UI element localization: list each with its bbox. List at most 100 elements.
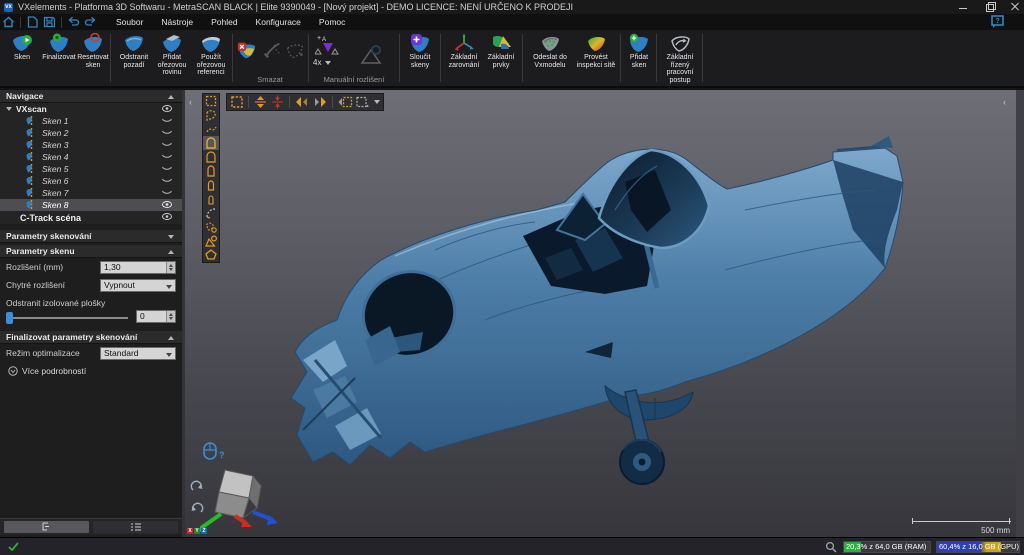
right-panel-collapse-chevron[interactable]: ‹ — [1003, 98, 1006, 107]
3d-viewport[interactable]: ‹ ‹ — [185, 90, 1016, 537]
tree-node-sken2[interactable]: Sken 2 — [0, 127, 182, 139]
selection-options-icon[interactable] — [355, 95, 370, 109]
close-button[interactable] — [1010, 2, 1020, 12]
tree-node-ctrack[interactable]: C-Track scéna — [0, 211, 182, 224]
visibility-eye-closed-icon[interactable] — [162, 189, 172, 196]
save-icon[interactable] — [43, 16, 56, 28]
guided-workflow-button[interactable]: Základní řízený pracovní postup — [660, 33, 700, 84]
shrink-selection-icon[interactable] — [270, 95, 285, 109]
scan-button[interactable]: Sken — [6, 33, 38, 62]
tree-node-vxscan[interactable]: VXscan — [0, 103, 182, 115]
navigation-header[interactable]: Navigace — [0, 90, 182, 103]
select-brush-tool-3[interactable] — [203, 164, 219, 178]
menu-konfigurace[interactable]: Konfigurace — [247, 14, 310, 30]
scan-param-header[interactable]: Parametry skenu — [0, 245, 182, 258]
visibility-eye-icon[interactable] — [162, 201, 172, 208]
remove-background-button[interactable]: Odstranit pozadí — [116, 33, 152, 69]
right-collapse-strip[interactable] — [1016, 90, 1024, 537]
spinner-arrows[interactable] — [166, 311, 175, 322]
select-blob-circle-tool[interactable] — [203, 220, 219, 234]
selection-mode-icon[interactable] — [230, 95, 244, 109]
left-panel-collapse-chevron[interactable]: ‹ — [189, 98, 192, 107]
tree-node-sken7[interactable]: Sken 7 — [0, 187, 182, 199]
visibility-eye-icon[interactable] — [162, 105, 172, 112]
slider-track[interactable] — [8, 317, 128, 319]
add-scan-button[interactable]: Přidat sken — [624, 33, 654, 69]
select-brush-tool-4[interactable] — [203, 178, 219, 192]
menu-nastroje[interactable]: Nástroje — [152, 14, 202, 30]
restore-button[interactable] — [984, 2, 994, 12]
add-clipping-plane-button[interactable]: Přidat ořezovou rovinu — [154, 33, 190, 77]
select-lasso-tool[interactable] — [203, 108, 219, 122]
delete-isolated-patches-icon[interactable] — [284, 40, 306, 60]
visibility-eye-closed-icon[interactable] — [162, 153, 172, 160]
new-project-icon[interactable] — [26, 16, 39, 28]
select-brush-tool-active[interactable] — [203, 136, 219, 150]
tree-view-button[interactable] — [4, 521, 89, 533]
delete-selection-icon[interactable] — [261, 40, 283, 60]
home-icon[interactable] — [2, 16, 15, 28]
select-triangle-circle-tool[interactable] — [203, 234, 219, 248]
list-view-button[interactable] — [93, 521, 178, 533]
tree-node-sken8-selected[interactable]: Sken 8 — [0, 199, 182, 211]
finalize-parameters-header[interactable]: Finalizovat parametry skenování — [0, 331, 182, 344]
toolbar-dropdown-caret[interactable] — [374, 100, 380, 104]
tree-node-sken3[interactable]: Sken 3 — [0, 139, 182, 151]
visibility-eye-closed-icon[interactable] — [162, 165, 172, 172]
tree-node-sken4[interactable]: Sken 4 — [0, 151, 182, 163]
expander-icon[interactable] — [6, 107, 12, 111]
memory-zoom-icon[interactable] — [825, 541, 837, 553]
minimize-button[interactable] — [958, 2, 968, 12]
visibility-eye-closed-icon[interactable] — [162, 129, 172, 136]
select-freecurve-tool[interactable] — [203, 122, 219, 136]
select-polygon-tool[interactable] — [203, 248, 219, 262]
spinner-arrows[interactable] — [166, 262, 175, 273]
select-brush-small-tool[interactable] — [203, 192, 219, 206]
scan-parameters-header[interactable]: Parametry skenování — [0, 230, 182, 243]
isolated-patches-spinbox[interactable] — [136, 310, 176, 323]
apply-to-view-icon[interactable] — [337, 95, 353, 109]
visibility-eye-closed-icon[interactable] — [162, 177, 172, 184]
feedback-bubble-icon[interactable]: ? — [990, 15, 1004, 28]
tree-node-sken5[interactable]: Sken 5 — [0, 163, 182, 175]
smart-resolution-dropdown[interactable]: Vypnout — [100, 279, 176, 292]
basic-entities-button[interactable]: Základní prvky — [484, 33, 518, 69]
tree-node-sken6[interactable]: Sken 6 — [0, 175, 182, 187]
more-details-toggle[interactable]: Více podrobností — [0, 362, 185, 380]
isolated-patches-input[interactable] — [137, 311, 161, 321]
redo-icon[interactable] — [84, 16, 97, 28]
resolution-multiplier-dropdown[interactable]: 4x — [313, 58, 331, 67]
previous-selection-icon[interactable] — [294, 95, 310, 109]
menu-pomoc[interactable]: Pomoc — [310, 14, 354, 30]
finalize-button[interactable]: Finalizovat — [42, 33, 76, 62]
expand-selection-icon[interactable] — [253, 95, 268, 109]
delete-scan-icon[interactable] — [236, 40, 258, 60]
reset-scan-button[interactable]: Resetovat sken — [78, 33, 108, 69]
undo-icon[interactable] — [67, 16, 80, 28]
mouse-help-icon[interactable]: ? — [203, 442, 225, 462]
slider-handle[interactable] — [6, 312, 13, 324]
menu-pohled[interactable]: Pohled — [202, 14, 246, 30]
menu-soubor[interactable]: Soubor — [107, 14, 152, 30]
resolution-input[interactable] — [104, 262, 160, 272]
resolution-spinbox[interactable] — [100, 261, 176, 274]
optimization-dropdown[interactable]: Standard — [100, 347, 176, 360]
resolution-label: Rozlišení (mm) — [6, 262, 96, 272]
mesh-inspection-button[interactable]: Provést inspekci sítě — [574, 33, 618, 69]
resolution-increase-icon[interactable]: +A — [315, 33, 341, 57]
select-arc-tool[interactable] — [203, 206, 219, 220]
basic-alignment-button[interactable]: Základní zarovnání — [446, 33, 482, 69]
visibility-eye-icon[interactable] — [162, 213, 172, 220]
orientation-cube[interactable] — [195, 468, 290, 536]
aircraft-scan-model[interactable] — [185, 90, 1016, 537]
send-to-vxmodel-button[interactable]: Odeslat do Vxmodelu — [528, 33, 572, 69]
select-rectangle-tool[interactable] — [203, 94, 219, 108]
next-selection-icon[interactable] — [312, 95, 328, 109]
visibility-eye-closed-icon[interactable] — [162, 141, 172, 148]
visibility-eye-closed-icon[interactable] — [162, 117, 172, 124]
merge-scans-button[interactable]: Sloučit skeny — [403, 33, 437, 69]
use-clipping-reference-button[interactable]: Použít ořezovou referenci — [192, 33, 230, 77]
resolution-region-icon[interactable] — [359, 44, 383, 66]
select-brush-tool-2[interactable] — [203, 150, 219, 164]
tree-node-sken1[interactable]: Sken 1 — [0, 115, 182, 127]
